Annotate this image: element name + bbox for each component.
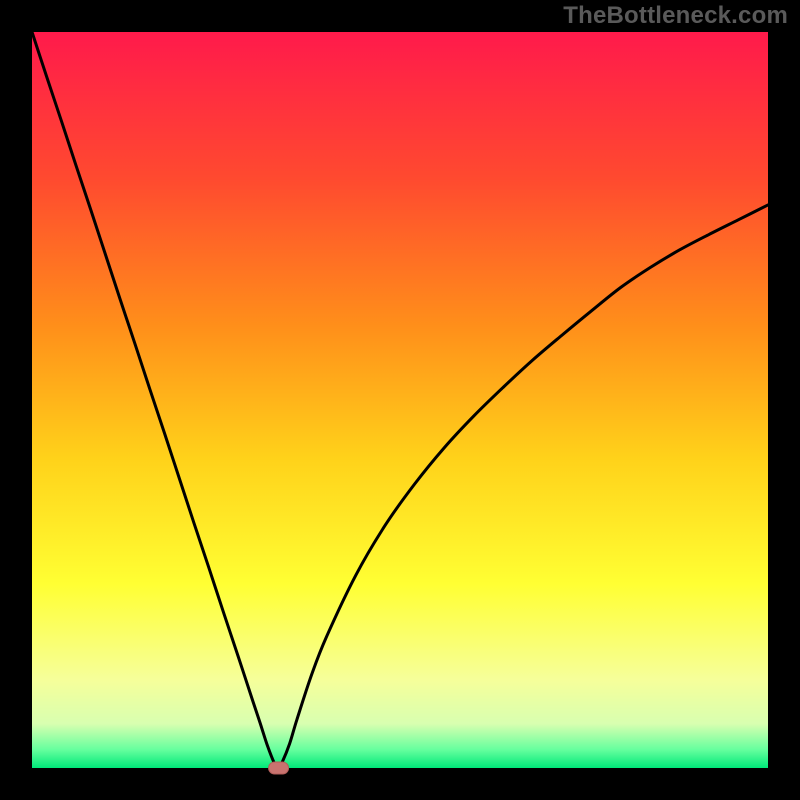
watermark-text: TheBottleneck.com	[563, 2, 788, 30]
chart-frame: TheBottleneck.com	[0, 0, 800, 800]
plot-background	[32, 32, 768, 768]
minimum-marker	[269, 762, 289, 774]
bottleneck-chart	[0, 0, 800, 800]
